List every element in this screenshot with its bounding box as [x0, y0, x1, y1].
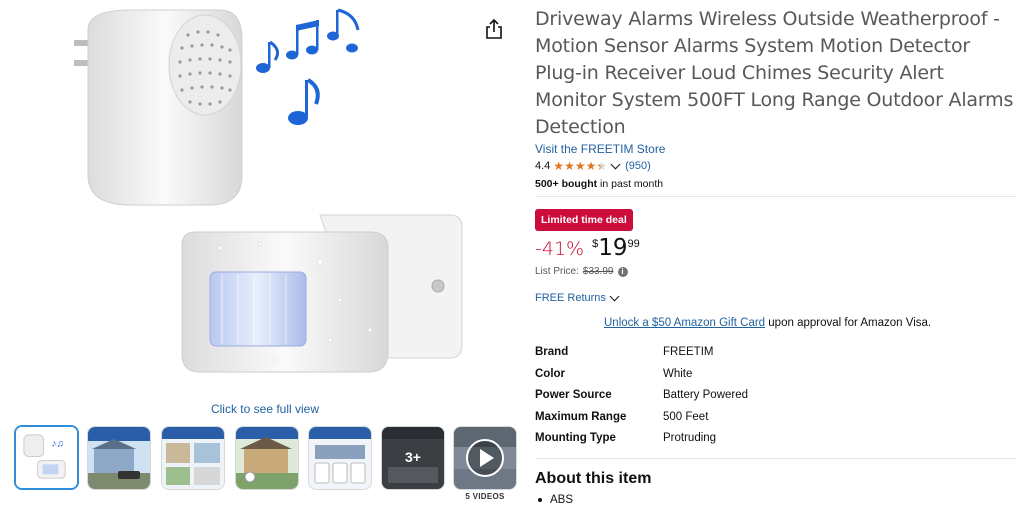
bought-period: in past month	[597, 178, 664, 190]
spec-key: Power Source	[535, 389, 612, 402]
bought-in-past-month: 500+ bought in past month	[535, 178, 663, 190]
spec-value: Protruding	[663, 432, 717, 445]
bullet-dot	[538, 498, 542, 502]
thumbnail-2[interactable]	[87, 426, 151, 490]
bought-count: 500+ bought	[535, 178, 598, 190]
free-returns-label: FREE Returns	[535, 292, 606, 304]
discount-percent: -41%	[535, 238, 585, 260]
product-title: Driveway Alarms Wireless Outside Weather…	[535, 8, 1014, 138]
thumbnail-5[interactable]	[308, 426, 372, 490]
about-heading: About this item	[535, 470, 652, 487]
spec-row: Maximum Range 500 Feet	[535, 411, 1005, 433]
info-icon[interactable]: i	[617, 266, 628, 277]
spec-row: Mounting Type Protruding	[535, 432, 1005, 454]
spec-row: Power Source Battery Powered	[535, 389, 1005, 411]
about-bullet-text: ABS	[550, 494, 574, 506]
spec-key: Color	[535, 367, 566, 380]
more-images-count: 3+	[405, 449, 421, 465]
price-whole: 19	[598, 235, 628, 261]
rating-count-link[interactable]: (950)	[625, 160, 651, 172]
gift-card-text: upon approval for Amazon Visa.	[765, 317, 932, 329]
rating-value: 4.4	[535, 160, 551, 172]
spec-key: Brand	[535, 346, 569, 358]
spec-row: Brand FREETIM	[535, 346, 1005, 368]
star-rating-icon[interactable]: ★ ★ ★ ★ ★	[553, 160, 607, 172]
spec-value: 500 Feet	[663, 410, 709, 423]
rating-row: 4.4 ★ ★ ★ ★ ★ (950)	[535, 159, 651, 172]
list-price-row: List Price: $33.99 i	[535, 266, 628, 277]
spec-key: Maximum Range	[535, 410, 627, 423]
divider	[535, 196, 1017, 197]
main-product-image[interactable]	[70, 0, 470, 400]
thumbnail-more[interactable]: 3+	[381, 426, 445, 490]
list-price-label: List Price:	[535, 266, 579, 277]
price-row: -41% $ 19 99	[535, 235, 640, 261]
about-bullet: ABS	[538, 494, 573, 506]
spec-row: Color White	[535, 368, 1005, 390]
chevron-down-icon[interactable]	[610, 159, 621, 170]
spec-value: White	[663, 367, 693, 380]
spec-value: FREETIM	[663, 346, 714, 358]
image-gallery: Click to see full view ♪♫ 3+ 5 VIDEOS	[0, 0, 525, 508]
chevron-down-icon	[609, 291, 620, 302]
list-price-value: $33.99	[582, 266, 614, 277]
spec-value: Battery Powered	[663, 389, 749, 402]
spec-key: Mounting Type	[535, 432, 616, 445]
thumbnail-video[interactable]	[453, 426, 517, 490]
click-full-view-link[interactable]: Click to see full view	[0, 402, 530, 416]
thumbnail-4[interactable]	[235, 426, 299, 490]
gift-card-offer: Unlock a $50 Amazon Gift Card upon appro…	[604, 317, 931, 329]
product-specs-table: Brand FREETIM Color White Power Source Batt…	[535, 346, 1005, 454]
divider	[535, 458, 1017, 459]
svg-text:♪♫: ♪♫	[51, 439, 63, 450]
store-link[interactable]: Visit the FREETIM Store	[535, 142, 665, 156]
thumbnail-1[interactable]: ♪♫	[14, 425, 79, 490]
price-fraction: 99	[627, 238, 640, 250]
deal-badge: Limited time deal	[535, 209, 633, 231]
free-returns-link[interactable]: FREE Returns	[535, 291, 621, 304]
share-icon[interactable]	[484, 18, 504, 40]
videos-caption: 5 VIDEOS	[465, 492, 505, 501]
thumbnail-3[interactable]	[161, 426, 225, 490]
gift-card-link[interactable]: Unlock a $50 Amazon Gift Card	[604, 317, 765, 329]
